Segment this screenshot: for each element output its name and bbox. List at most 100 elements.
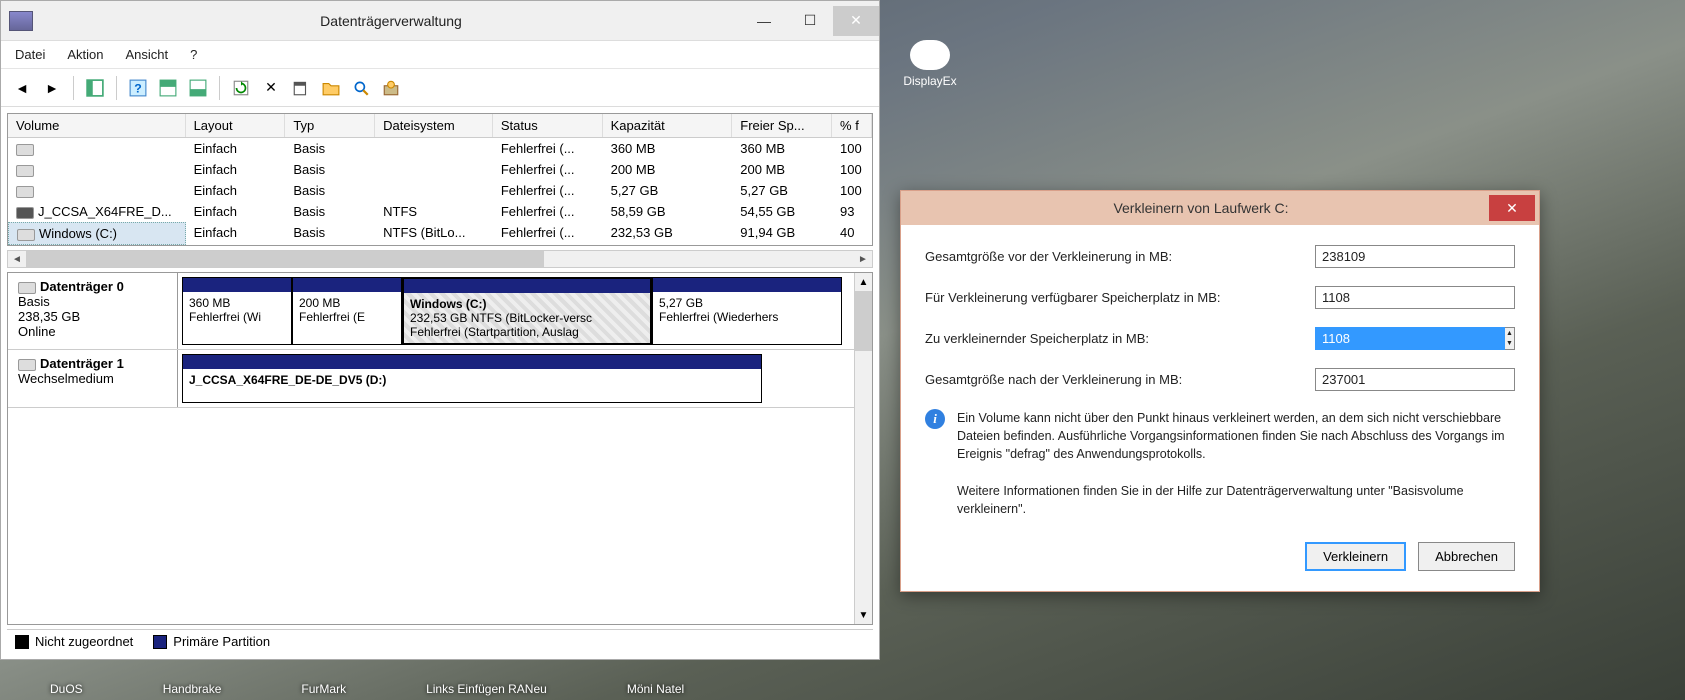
menu-action[interactable]: Aktion: [67, 47, 103, 62]
info-text-1: Ein Volume kann nicht über den Punkt hin…: [957, 409, 1515, 463]
partition[interactable]: 360 MBFehlerfrei (Wi: [182, 277, 292, 345]
volume-table-header: Volume Layout Typ Dateisystem Status Kap…: [8, 114, 872, 138]
partition-header: [653, 278, 841, 292]
scroll-left-icon[interactable]: ◄: [8, 251, 26, 267]
legend-label: Primäre Partition: [173, 634, 270, 649]
maximize-button[interactable]: ☐: [787, 6, 833, 36]
shrink-dialog: Verkleinern von Laufwerk C: ✕ Gesamtgröß…: [900, 190, 1540, 592]
col-type[interactable]: Typ: [285, 114, 375, 137]
volume-row[interactable]: Windows (C:)EinfachBasisNTFS (BitLo...Fe…: [8, 222, 872, 245]
disk-icon: [18, 359, 36, 371]
panel-icon[interactable]: [82, 75, 108, 101]
shrink-amount-input[interactable]: [1315, 327, 1505, 350]
col-status[interactable]: Status: [493, 114, 603, 137]
disk-row: Datenträger 0Basis238,35 GBOnline360 MBF…: [8, 273, 854, 350]
window-title: Datenträgerverwaltung: [41, 13, 741, 29]
legend-swatch: [153, 635, 167, 649]
volume-row[interactable]: EinfachBasisFehlerfrei (...360 MB360 MB1…: [8, 138, 872, 159]
cancel-button[interactable]: Abbrechen: [1418, 542, 1515, 571]
desktop-taskbar-labels: DuOS Handbrake FurMark Links Einfügen RA…: [50, 682, 684, 696]
forward-icon[interactable]: ►: [39, 75, 65, 101]
legend-swatch: [15, 635, 29, 649]
partition[interactable]: Windows (C:)232,53 GB NTFS (BitLocker-ve…: [402, 277, 652, 345]
col-filesystem[interactable]: Dateisystem: [375, 114, 493, 137]
info-icon: i: [925, 409, 945, 429]
delete-icon[interactable]: ✕: [258, 75, 284, 101]
col-volume[interactable]: Volume: [8, 114, 186, 137]
info-text-2: Weitere Informationen finden Sie in der …: [957, 482, 1515, 518]
total-after-value: 237001: [1315, 368, 1515, 391]
partition[interactable]: J_CCSA_X64FRE_DE-DE_DV5 (D:): [182, 354, 762, 403]
spinner-up-icon[interactable]: ▲: [1505, 328, 1514, 339]
app-icon: [9, 11, 33, 31]
legend-label: Nicht zugeordnet: [35, 634, 133, 649]
view-top-icon[interactable]: [155, 75, 181, 101]
scroll-thumb[interactable]: [26, 251, 544, 267]
settings-icon[interactable]: [378, 75, 404, 101]
back-icon[interactable]: ◄: [9, 75, 35, 101]
displayex-icon: [910, 40, 950, 70]
menu-view[interactable]: Ansicht: [126, 47, 169, 62]
partition-header: [293, 278, 401, 292]
scroll-up-icon[interactable]: ▲: [855, 273, 872, 291]
menubar: Datei Aktion Ansicht ?: [1, 41, 879, 69]
volume-row[interactable]: EinfachBasisFehlerfrei (...200 MB200 MB1…: [8, 159, 872, 180]
dialog-titlebar[interactable]: Verkleinern von Laufwerk C: ✕: [901, 191, 1539, 225]
drive-icon: [17, 229, 35, 241]
total-before-label: Gesamtgröße vor der Verkleinerung in MB:: [925, 249, 1315, 264]
disk-row: Datenträger 1WechselmediumJ_CCSA_X64FRE_…: [8, 350, 854, 408]
taskbar-item[interactable]: FurMark: [301, 682, 346, 696]
folder-icon[interactable]: [318, 75, 344, 101]
total-before-value: 238109: [1315, 245, 1515, 268]
col-capacity[interactable]: Kapazität: [603, 114, 733, 137]
search-icon[interactable]: [348, 75, 374, 101]
partition-header: [183, 355, 761, 369]
shrink-amount-spinner[interactable]: ▲ ▼: [1315, 327, 1515, 350]
volume-row[interactable]: J_CCSA_X64FRE_D...EinfachBasisNTFSFehler…: [8, 201, 872, 222]
scroll-right-icon[interactable]: ►: [854, 251, 872, 267]
taskbar-item[interactable]: DuOS: [50, 682, 83, 696]
titlebar[interactable]: Datenträgerverwaltung — ☐ ✕: [1, 1, 879, 41]
menu-help[interactable]: ?: [190, 47, 197, 62]
legend-unallocated: Nicht zugeordnet: [15, 634, 133, 649]
close-icon[interactable]: ✕: [1489, 195, 1535, 221]
minimize-button[interactable]: —: [741, 6, 787, 36]
available-value: 1108: [1315, 286, 1515, 309]
disk-label[interactable]: Datenträger 1Wechselmedium: [8, 350, 178, 407]
shrink-amount-label: Zu verkleinernder Speicherplatz in MB:: [925, 331, 1315, 346]
menu-file[interactable]: Datei: [15, 47, 45, 62]
dialog-title: Verkleinern von Laufwerk C:: [913, 200, 1489, 216]
drive-icon: [16, 207, 34, 219]
col-layout[interactable]: Layout: [186, 114, 286, 137]
vertical-scrollbar[interactable]: ▲ ▼: [854, 273, 872, 624]
volume-row[interactable]: EinfachBasisFehlerfrei (...5,27 GB5,27 G…: [8, 180, 872, 201]
partition-header: [404, 279, 650, 293]
drive-icon: [16, 165, 34, 177]
scroll-thumb[interactable]: [855, 291, 872, 351]
col-percent[interactable]: % f: [832, 114, 872, 137]
shrink-button[interactable]: Verkleinern: [1305, 542, 1406, 571]
legend: Nicht zugeordnet Primäre Partition: [7, 629, 873, 653]
total-after-label: Gesamtgröße nach der Verkleinerung in MB…: [925, 372, 1315, 387]
taskbar-item[interactable]: Handbrake: [163, 682, 222, 696]
partition[interactable]: 5,27 GBFehlerfrei (Wiederhers: [652, 277, 842, 345]
taskbar-item[interactable]: Möni Natel: [627, 682, 684, 696]
spinner-down-icon[interactable]: ▼: [1505, 339, 1514, 350]
volume-table: Volume Layout Typ Dateisystem Status Kap…: [7, 113, 873, 246]
partition[interactable]: 200 MBFehlerfrei (E: [292, 277, 402, 345]
taskbar-item[interactable]: Links Einfügen RANeu: [426, 682, 547, 696]
disk-label[interactable]: Datenträger 0Basis238,35 GBOnline: [8, 273, 178, 349]
close-button[interactable]: ✕: [833, 6, 879, 36]
properties-icon[interactable]: [288, 75, 314, 101]
legend-primary: Primäre Partition: [153, 634, 270, 649]
view-bottom-icon[interactable]: [185, 75, 211, 101]
horizontal-scrollbar[interactable]: ◄ ►: [7, 250, 873, 268]
toolbar: ◄ ► ? ✕: [1, 69, 879, 107]
col-free[interactable]: Freier Sp...: [732, 114, 832, 137]
svg-text:?: ?: [134, 81, 142, 95]
help-icon[interactable]: ?: [125, 75, 151, 101]
disk-graphical-view: Datenträger 0Basis238,35 GBOnline360 MBF…: [7, 272, 873, 625]
refresh-icon[interactable]: [228, 75, 254, 101]
scroll-down-icon[interactable]: ▼: [855, 606, 872, 624]
desktop-icon-displayex[interactable]: DisplayEx: [895, 40, 965, 88]
